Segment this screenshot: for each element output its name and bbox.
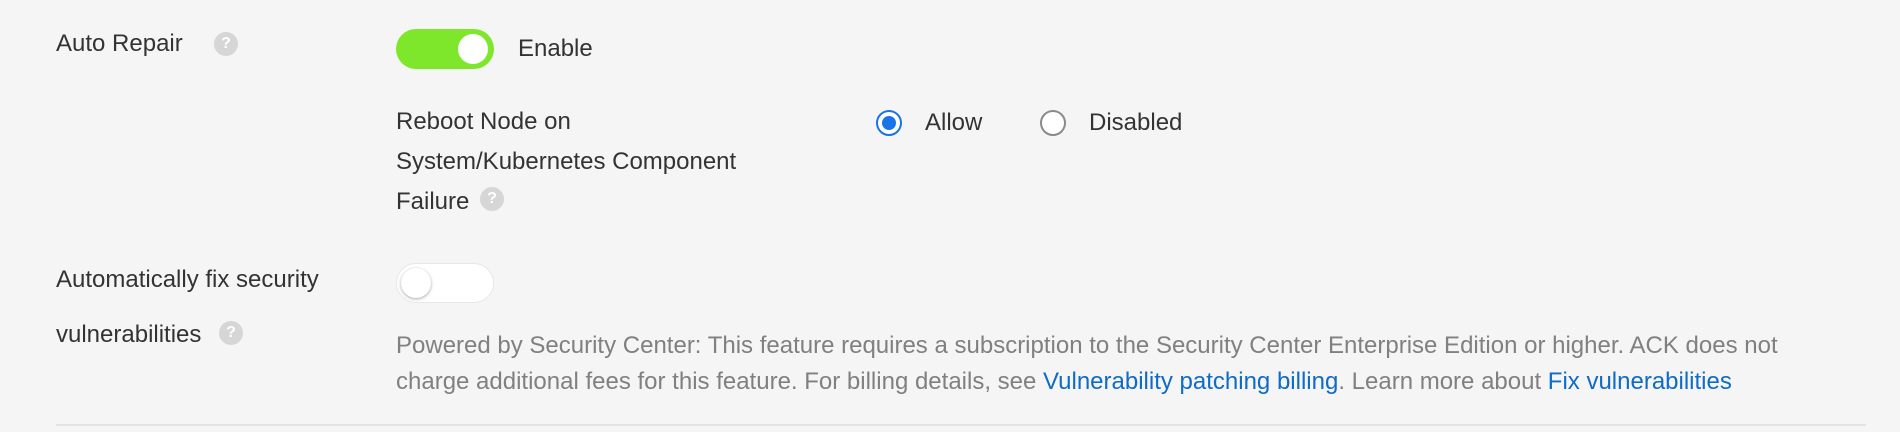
settings-panel: Auto Repair ? Enable Reboot Node on Syst… [0,0,1900,432]
auto-repair-help-icon[interactable]: ? [214,32,238,56]
billing-link[interactable]: Vulnerability patching billing [1043,368,1338,395]
reboot-label-line3: Failure [396,188,470,215]
description-text: . Learn more about [1338,368,1548,395]
auto-repair-toggle[interactable] [396,29,494,69]
toggle-knob [458,34,488,64]
security-fix-help-icon[interactable]: ? [219,321,243,345]
auto-repair-label: Auto Repair [56,30,183,57]
radio-allow[interactable] [876,110,902,136]
security-fix-toggle[interactable] [396,263,494,303]
security-fix-label-line2: vulnerabilities [56,321,202,348]
security-fix-description: Powered by Security Center: This feature… [396,328,1896,400]
description-line2: charge additional fees for this feature.… [396,364,1896,400]
reboot-label-line2: System/Kubernetes Component [396,148,737,175]
security-fix-label-line1: Automatically fix security [56,266,319,293]
divider [56,424,1866,426]
fix-vulnerabilities-link[interactable]: Fix vulnerabilities [1548,368,1732,395]
toggle-knob [401,268,431,298]
radio-allow-label[interactable]: Allow [925,109,982,137]
radio-dot [882,116,896,130]
reboot-help-icon[interactable]: ? [480,187,504,211]
radio-disabled[interactable] [1040,110,1066,136]
auto-repair-toggle-label: Enable [518,35,593,62]
description-text: charge additional fees for this feature.… [396,368,1044,395]
reboot-label-line1: Reboot Node on [396,108,571,135]
description-line1: Powered by Security Center: This feature… [396,332,1778,359]
radio-disabled-label[interactable]: Disabled [1089,109,1182,137]
